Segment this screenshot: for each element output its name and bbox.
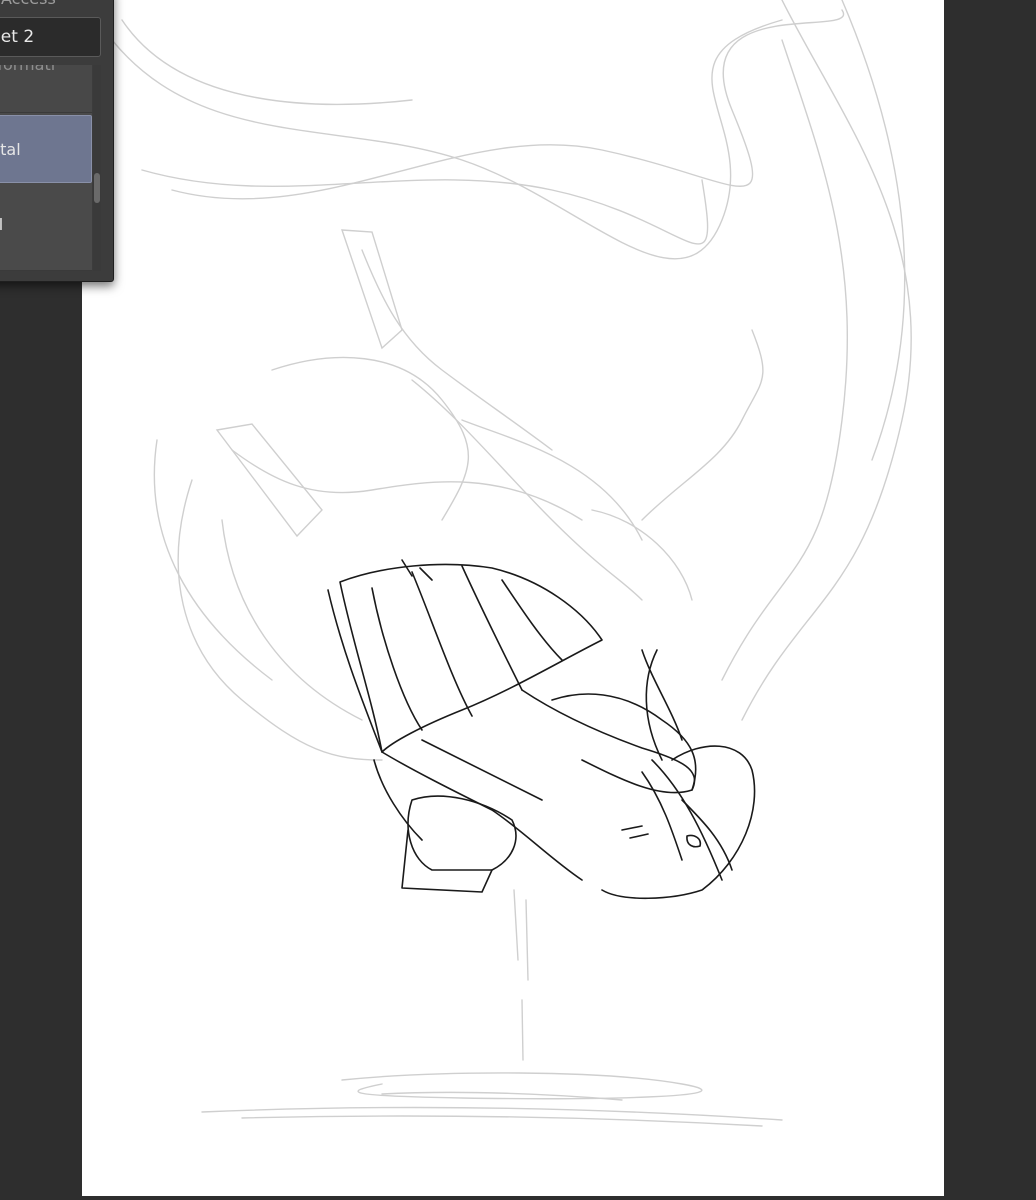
scrollbar-thumb[interactable] — [94, 173, 100, 203]
list-item[interactable]: al — [0, 185, 92, 271]
set-dropdown-value: Set 2 — [0, 27, 35, 47]
list-item[interactable]: sformati — [0, 65, 92, 113]
list-scrollbar[interactable] — [93, 65, 101, 271]
set-dropdown[interactable]: Set 2 — [0, 17, 101, 57]
list-item-label: ntal — [0, 140, 21, 159]
quick-access-palette[interactable]: Access Set 2 sformati ntal al — [0, 0, 114, 282]
drawing-canvas[interactable] — [82, 0, 944, 1196]
sketch-artwork — [111, 0, 912, 1127]
palette-title: Access — [1, 0, 56, 9]
list-item-label: sformati — [0, 65, 55, 74]
list-item-label: al — [0, 215, 3, 234]
workspace: Access Set 2 sformati ntal al — [0, 0, 1036, 1200]
quick-access-list[interactable]: sformati ntal al — [0, 65, 92, 271]
list-item-selected[interactable]: ntal — [0, 115, 92, 183]
